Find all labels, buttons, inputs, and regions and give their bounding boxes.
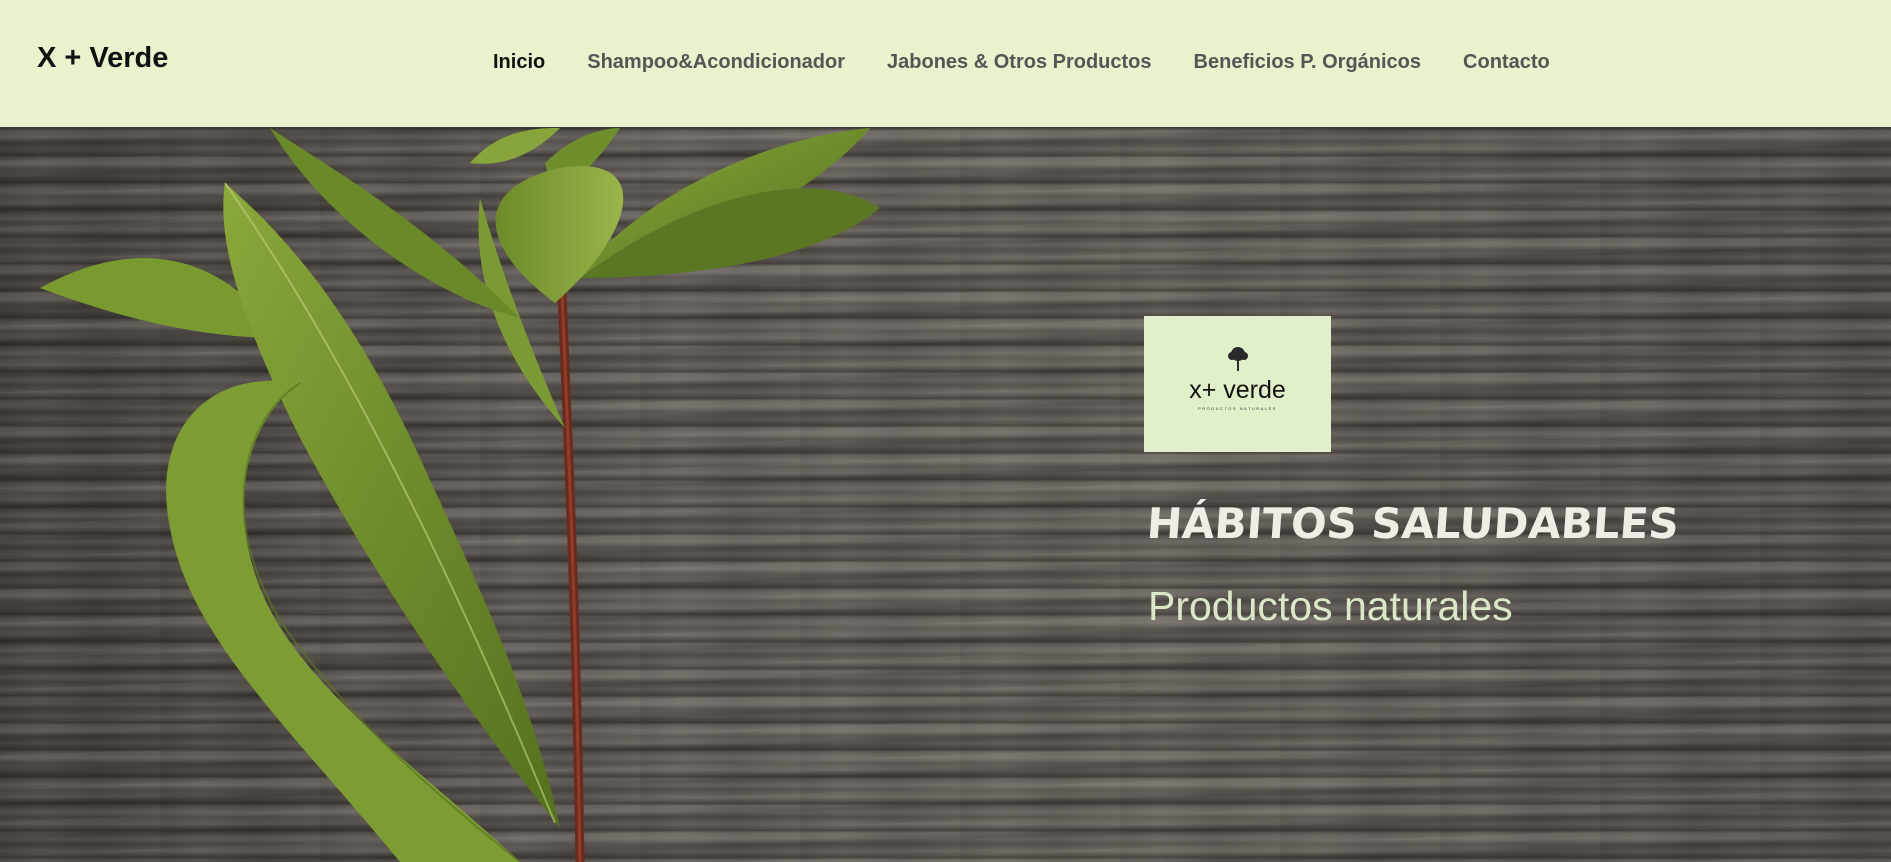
logo-text: x+ verde — [1189, 376, 1286, 404]
nav-item-inicio[interactable]: Inicio — [493, 52, 545, 72]
logo-box: x+ verde PRODUCTOS NATURALES — [1144, 316, 1331, 452]
nav-item-contacto[interactable]: Contacto — [1463, 52, 1550, 72]
main-nav: Inicio Shampoo&Acondicionador Jabones & … — [493, 52, 1592, 72]
logo-subtext: PRODUCTOS NATURALES — [1198, 406, 1277, 411]
hero-section: x+ verde PRODUCTOS NATURALES HÁBITOS SAL… — [0, 128, 1891, 862]
nav-item-shampoo-acondicionador[interactable]: Shampoo&Acondicionador — [587, 52, 845, 72]
nav-item-jabones-otros-productos[interactable]: Jabones & Otros Productos — [887, 52, 1152, 72]
nav-item-beneficios[interactable]: Beneficios P. Orgánicos — [1194, 52, 1422, 72]
leaves-image — [40, 128, 880, 862]
hero-title: HÁBITOS SALUDABLES — [1145, 499, 1681, 549]
hero-subtitle: Productos naturales — [1148, 583, 1513, 629]
brand-link[interactable]: X + Verde — [37, 44, 168, 73]
navbar: X + Verde Inicio Shampoo&Acondicionador … — [0, 0, 1891, 128]
tree-icon — [1228, 347, 1248, 371]
